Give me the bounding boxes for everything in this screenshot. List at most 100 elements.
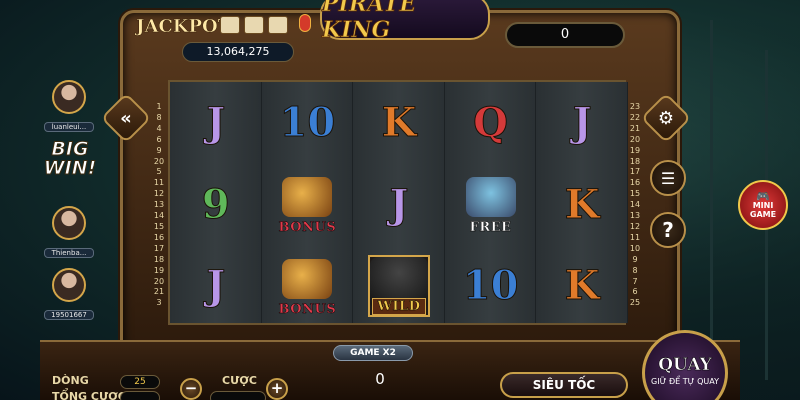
jackpot-tier-icon[interactable]	[220, 16, 240, 34]
mini-game-button[interactable]: 🎮 MINI GAME	[738, 180, 788, 230]
list-icon: ☰	[660, 168, 676, 188]
winner-entry[interactable]: luanleui...	[44, 80, 94, 133]
reel-cell: J	[536, 82, 628, 164]
symbol-label: FREE	[469, 220, 512, 236]
payline-number: 7	[632, 276, 638, 286]
mini-game-line2: GAME	[749, 209, 777, 219]
turbo-label: SIÊU TỐC	[532, 378, 596, 392]
total-win-value: 0	[375, 370, 385, 388]
payline-number: 8	[632, 265, 638, 275]
payline-number: 19	[629, 145, 641, 155]
avatar	[52, 268, 86, 302]
payline-number: 22	[629, 112, 641, 122]
jackpot-tier-icon[interactable]	[244, 16, 264, 34]
payline-number: 5	[156, 167, 162, 177]
big-win-line2: WIN!	[43, 157, 97, 179]
reel-cell: 10	[445, 245, 537, 327]
reel-cell: FREE	[445, 164, 537, 246]
payline-number: 19	[153, 265, 165, 275]
lantern-icon	[299, 14, 311, 32]
payline-number: 9	[632, 254, 638, 264]
game-title: PIRATE KING	[322, 0, 417, 43]
reel-cell: 9	[170, 164, 262, 246]
spin-label: QUAY	[658, 355, 712, 376]
bonus-art-icon	[282, 258, 333, 299]
game-title-plate: PIRATE KING	[320, 0, 490, 43]
payline-numbers-left: 1 8 4 6 9 20 5 11 12 13 14 15 16 17 18 19 20 21 3	[152, 102, 166, 309]
payline-numbers-right: 23 22 21 20 19 18 17 16 15 14 13 12 11 10 9 8 7 6 25	[628, 102, 642, 309]
lines-value: 25	[120, 375, 160, 389]
payline-number: 1	[156, 102, 162, 111]
bet-decrease-button[interactable]: −	[180, 378, 202, 400]
lines-label: DÒNG	[52, 374, 89, 387]
symbol-q: Q	[473, 99, 509, 147]
payline-number: 17	[153, 243, 165, 253]
spin-sub-label: GIỮ ĐỂ TỰ QUAY	[651, 377, 719, 386]
symbol-10: 10	[279, 99, 336, 147]
bet-increase-button[interactable]: +	[266, 378, 288, 400]
bet-label: CƯỢC	[222, 374, 257, 387]
symbol-label: BONUS	[278, 301, 337, 317]
avatar	[52, 80, 86, 114]
reel-cell: J	[170, 82, 262, 164]
reel-cell: BONUS	[262, 164, 354, 246]
winner-entry[interactable]: 19501667	[44, 268, 94, 321]
bet-value	[210, 391, 266, 400]
help-icon: ?	[662, 218, 674, 242]
payline-number: 9	[156, 145, 162, 155]
payline-number: 15	[629, 189, 641, 199]
game-mode-badge[interactable]: GAME X2	[333, 345, 413, 361]
payline-number: 11	[629, 232, 641, 242]
jackpot-tier-icon[interactable]	[268, 16, 288, 34]
free-art-icon	[465, 177, 516, 218]
symbol-label: BONUS	[278, 220, 337, 236]
payline-number: 15	[153, 221, 165, 231]
reel-cell: K	[353, 82, 445, 164]
symbol-bonus: BONUS	[276, 255, 338, 317]
reel-cell: BONUS	[262, 245, 354, 327]
payline-number: 16	[629, 178, 641, 188]
total-bet-label: TỔNG CƯỢC	[52, 390, 126, 400]
symbol-label: WILD	[372, 297, 426, 315]
payline-number: 20	[629, 134, 641, 144]
mini-game-line1: MINI	[752, 200, 774, 210]
winner-name: 19501667	[44, 310, 94, 320]
symbol-10: 10	[462, 262, 519, 310]
payline-number: 20	[153, 156, 165, 166]
reel-cell: J	[353, 164, 445, 246]
symbol-bonus: BONUS	[276, 173, 338, 236]
payline-number: 3	[156, 298, 162, 308]
reel-cell: K	[536, 164, 628, 246]
payline-number: 17	[629, 167, 641, 177]
gear-icon: ⚙	[657, 107, 675, 129]
symbol-k: K	[564, 180, 600, 228]
winner-entry[interactable]: Thienba...	[44, 206, 94, 259]
payline-number: 21	[629, 123, 641, 133]
turbo-button[interactable]: SIÊU TỐC	[500, 372, 628, 398]
payline-number: 18	[629, 156, 641, 166]
reel-cell: Q	[445, 82, 537, 164]
paytable-button[interactable]: ☰	[650, 160, 686, 196]
payline-number: 23	[629, 102, 641, 111]
payline-number: 12	[629, 221, 641, 231]
total-bet-value	[120, 391, 160, 400]
payline-number: 6	[632, 287, 638, 297]
jackpot-value: 13,064,275	[182, 42, 294, 62]
symbol-k: K	[564, 262, 600, 310]
payline-number: 25	[629, 298, 641, 308]
symbol-j: J	[389, 180, 409, 228]
payline-number: 11	[153, 178, 165, 188]
jackpot-label: JACKPOT	[136, 16, 232, 38]
symbol-j: J	[206, 99, 226, 147]
reel-grid: J 10 K Q J 9 BONUS J FREE K J BONUS WILD 10 K	[168, 80, 628, 327]
avatar	[52, 206, 86, 240]
symbol-9: 9	[201, 180, 230, 228]
payline-number: 12	[153, 189, 165, 199]
reel-cell: J	[170, 245, 262, 327]
big-win-label: BIG WIN!	[42, 139, 98, 179]
payline-number: 14	[153, 211, 165, 221]
help-button[interactable]: ?	[650, 212, 686, 248]
payline-number: 14	[629, 200, 641, 210]
payline-number: 10	[629, 243, 641, 253]
symbol-j: J	[572, 99, 592, 147]
